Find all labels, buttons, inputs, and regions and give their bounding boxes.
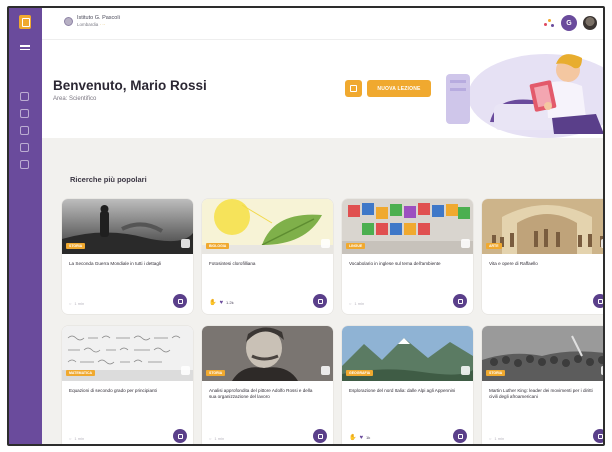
open-icon [597, 298, 603, 304]
heart-icon[interactable]: ♥ [219, 300, 223, 306]
open-card-button[interactable] [313, 294, 327, 308]
card-title: Esplorazione del nord Italia: dalle Alpi… [349, 388, 456, 393]
sidebar [9, 8, 42, 444]
clock-icon: ○ [69, 436, 72, 441]
card[interactable]: BIOLOGIA Fotosintesi clorofilliana ✋ ♥ 1.2… [202, 199, 333, 314]
card[interactable]: STORIA Martin Luther King: leader dei mo… [482, 326, 603, 444]
notifications-icon[interactable] [543, 17, 555, 29]
category-badge: MATEMATICA [66, 370, 96, 376]
card[interactable]: STORIA Analisi approfondita del pittore … [202, 326, 333, 444]
clock-icon: ○ [489, 436, 492, 441]
category-badge: LINGUE [346, 243, 366, 249]
bookmark-icon[interactable] [321, 366, 330, 375]
school-logo [64, 17, 73, 26]
category-badge: STORIA [206, 370, 226, 376]
card-title: Fotosintesi clorofilliana [209, 261, 256, 266]
reading-illustration [446, 54, 603, 138]
welcome-title: Benvenuto, Mario Rossi [53, 78, 207, 93]
open-card-button[interactable] [173, 294, 187, 308]
app-logo[interactable] [19, 15, 31, 29]
popular-searches-section: Ricerche più popolari STORIA La Seconda … [54, 156, 603, 444]
open-card-button[interactable] [593, 294, 603, 308]
home-icon[interactable] [20, 92, 29, 101]
card-title: Vita e opere di Raffaello [489, 261, 538, 266]
open-icon [597, 433, 603, 439]
search-icon[interactable] [20, 109, 29, 118]
category-badge: STORIA [486, 370, 506, 376]
category-badge: STORIA [66, 243, 86, 249]
welcome-banner: Benvenuto, Mario Rossi Area: Scientifico… [42, 40, 603, 138]
bookmark-icon[interactable] [181, 366, 190, 375]
bookmark-icon[interactable] [321, 239, 330, 248]
card[interactable]: ARTE Vita e opere di Raffaello [482, 199, 603, 314]
card-meta: ○ 1 min [69, 436, 85, 441]
bookmark-icon[interactable] [461, 366, 470, 375]
category-badge: BIOLOGIA [206, 243, 230, 249]
page: Istituto G. Pascoli Lombardia · ·· G Ben… [0, 0, 612, 452]
chart-icon[interactable] [20, 143, 29, 152]
menu-icon[interactable] [20, 45, 30, 53]
card[interactable]: GEOGRAFIA Esplorazione del nord Italia: … [342, 326, 473, 444]
plus-icon [350, 85, 357, 92]
card-title: Vocabolario in inglese sul tema dell'amb… [349, 261, 441, 266]
top-bar: Istituto G. Pascoli Lombardia · ·· G [42, 8, 603, 40]
open-card-button[interactable] [593, 429, 603, 443]
open-icon [317, 433, 323, 439]
new-item-button[interactable] [345, 80, 362, 97]
card-meta: ✋ ♥ 1.2k [209, 299, 234, 307]
open-card-button[interactable] [173, 429, 187, 443]
bookmark-icon[interactable] [181, 239, 190, 248]
new-lesson-button[interactable]: NUOVA LEZIONE [367, 80, 431, 97]
category-badge: GEOGRAFIA [346, 370, 374, 376]
clock-icon: ○ [209, 436, 212, 441]
user-avatar[interactable] [583, 16, 597, 30]
user-avatar-initial[interactable]: G [561, 15, 577, 31]
card-meta: ○ 1 min [489, 436, 505, 441]
card-meta: ○ 1 min [349, 301, 365, 306]
card[interactable]: MATEMATICA Equazioni di secondo grado pe… [62, 326, 193, 444]
card-meta: ○ 1 min [209, 436, 225, 441]
heart-icon[interactable]: ♥ [359, 435, 363, 441]
open-icon [177, 433, 183, 439]
card-title: Martin Luther King: leader dei movimenti… [489, 388, 593, 400]
open-card-button[interactable] [453, 294, 467, 308]
section-title: Ricerche più popolari [70, 175, 147, 184]
like-icon[interactable]: ✋ [349, 434, 356, 441]
open-icon [457, 433, 463, 439]
open-icon [457, 298, 463, 304]
bookmark-icon[interactable] [461, 239, 470, 248]
bookmark-icon[interactable] [601, 366, 603, 375]
card-title: Equazioni di secondo grado per principia… [69, 388, 157, 393]
school-subtitle: Lombardia · ·· [77, 21, 106, 27]
area-label: Area: Scientifico [53, 96, 97, 102]
like-icon[interactable]: ✋ [209, 299, 216, 306]
open-icon [177, 298, 183, 304]
card-meta: ✋ ♥ 1k [349, 434, 371, 442]
card-title: Analisi approfondita del pittore Adolfo … [209, 388, 313, 400]
school-selector[interactable]: Istituto G. Pascoli Lombardia · ·· [64, 15, 120, 27]
book-icon[interactable] [20, 126, 29, 135]
clock-icon: ○ [69, 301, 72, 306]
card[interactable]: LINGUE Vocabolario in inglese sul tema d… [342, 199, 473, 314]
card-meta: ○ 1 min [69, 301, 85, 306]
card[interactable]: STORIA La Seconda Guerra Mondiale in tut… [62, 199, 193, 314]
clock-icon: ○ [349, 301, 352, 306]
card-title: La Seconda Guerra Mondiale in tutti i de… [69, 261, 161, 266]
open-icon [317, 298, 323, 304]
open-card-button[interactable] [453, 429, 467, 443]
category-badge: ARTE [486, 243, 502, 249]
bookmark-icon[interactable] [601, 239, 603, 248]
app-window: Istituto G. Pascoli Lombardia · ·· G Ben… [7, 6, 605, 446]
open-card-button[interactable] [313, 429, 327, 443]
folder-icon[interactable] [20, 160, 29, 169]
